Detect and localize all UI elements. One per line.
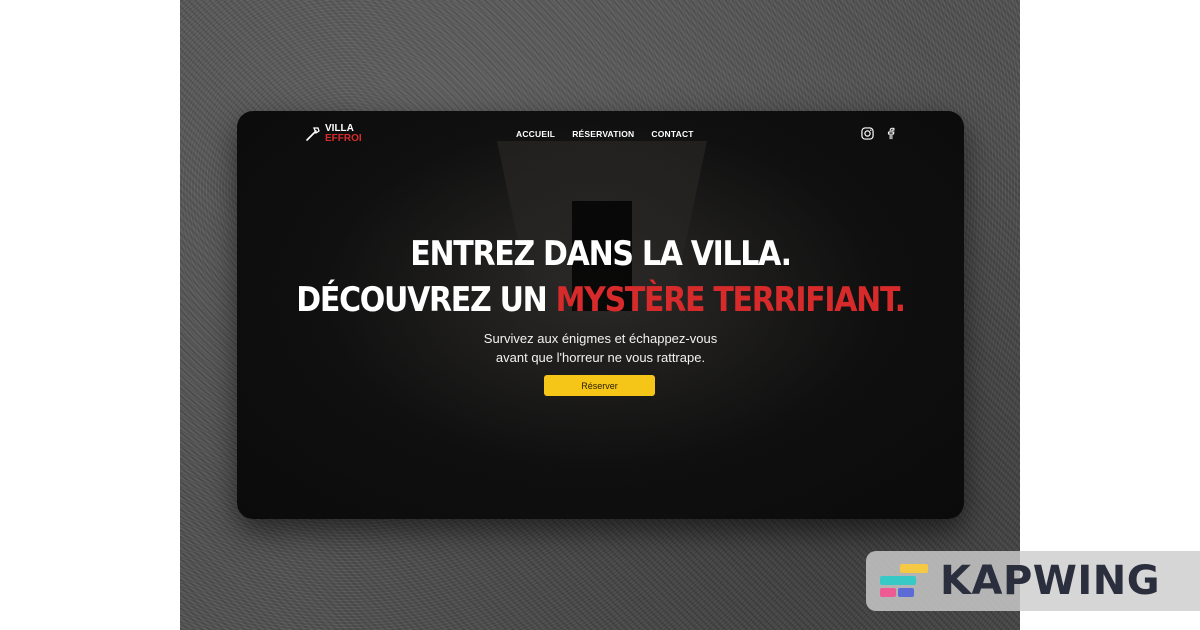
hero-title-prefix: DÉCOUVREZ UN [296, 280, 556, 321]
brand-name-line2: EFFROI [325, 133, 362, 144]
kapwing-logo-icon [880, 564, 928, 597]
main-menu: ACCUEIL RÉSERVATION CONTACT [516, 129, 694, 139]
hero-title-line1: ENTREZ DANS LA VILLA. [410, 234, 792, 275]
hero-subtitle-line2: avant que l'horreur ne vous rattrape. [495, 350, 706, 365]
facebook-icon[interactable] [884, 127, 897, 140]
social-links [861, 127, 897, 140]
navbar: VILLA EFFROI ACCUEIL RÉSERVATION CONTACT [237, 111, 964, 157]
brand-logo[interactable]: VILLA EFFROI [305, 124, 362, 144]
nav-item-contact[interactable]: CONTACT [651, 129, 693, 139]
hero-title-highlight: MYSTÈRE TERRIFIANT. [555, 280, 906, 321]
hero-title-line2: DÉCOUVREZ UN MYSTÈRE TERRIFIANT. [237, 281, 964, 320]
concrete-background: VILLA EFFROI ACCUEIL RÉSERVATION CONTACT [180, 0, 1020, 630]
axe-icon [306, 127, 320, 141]
instagram-icon[interactable] [861, 127, 874, 140]
hero-subtitle-line1: Survivez aux énigmes et échappez-vous [483, 331, 718, 346]
reserve-button[interactable]: Réserver [544, 375, 655, 396]
nav-item-reservation[interactable]: RÉSERVATION [572, 129, 634, 139]
nav-item-accueil[interactable]: ACCUEIL [516, 129, 555, 139]
kapwing-watermark: KAPWING [866, 551, 1200, 611]
watermark-text: KAPWING [940, 558, 1161, 604]
website-mockup-card: VILLA EFFROI ACCUEIL RÉSERVATION CONTACT [237, 111, 964, 519]
